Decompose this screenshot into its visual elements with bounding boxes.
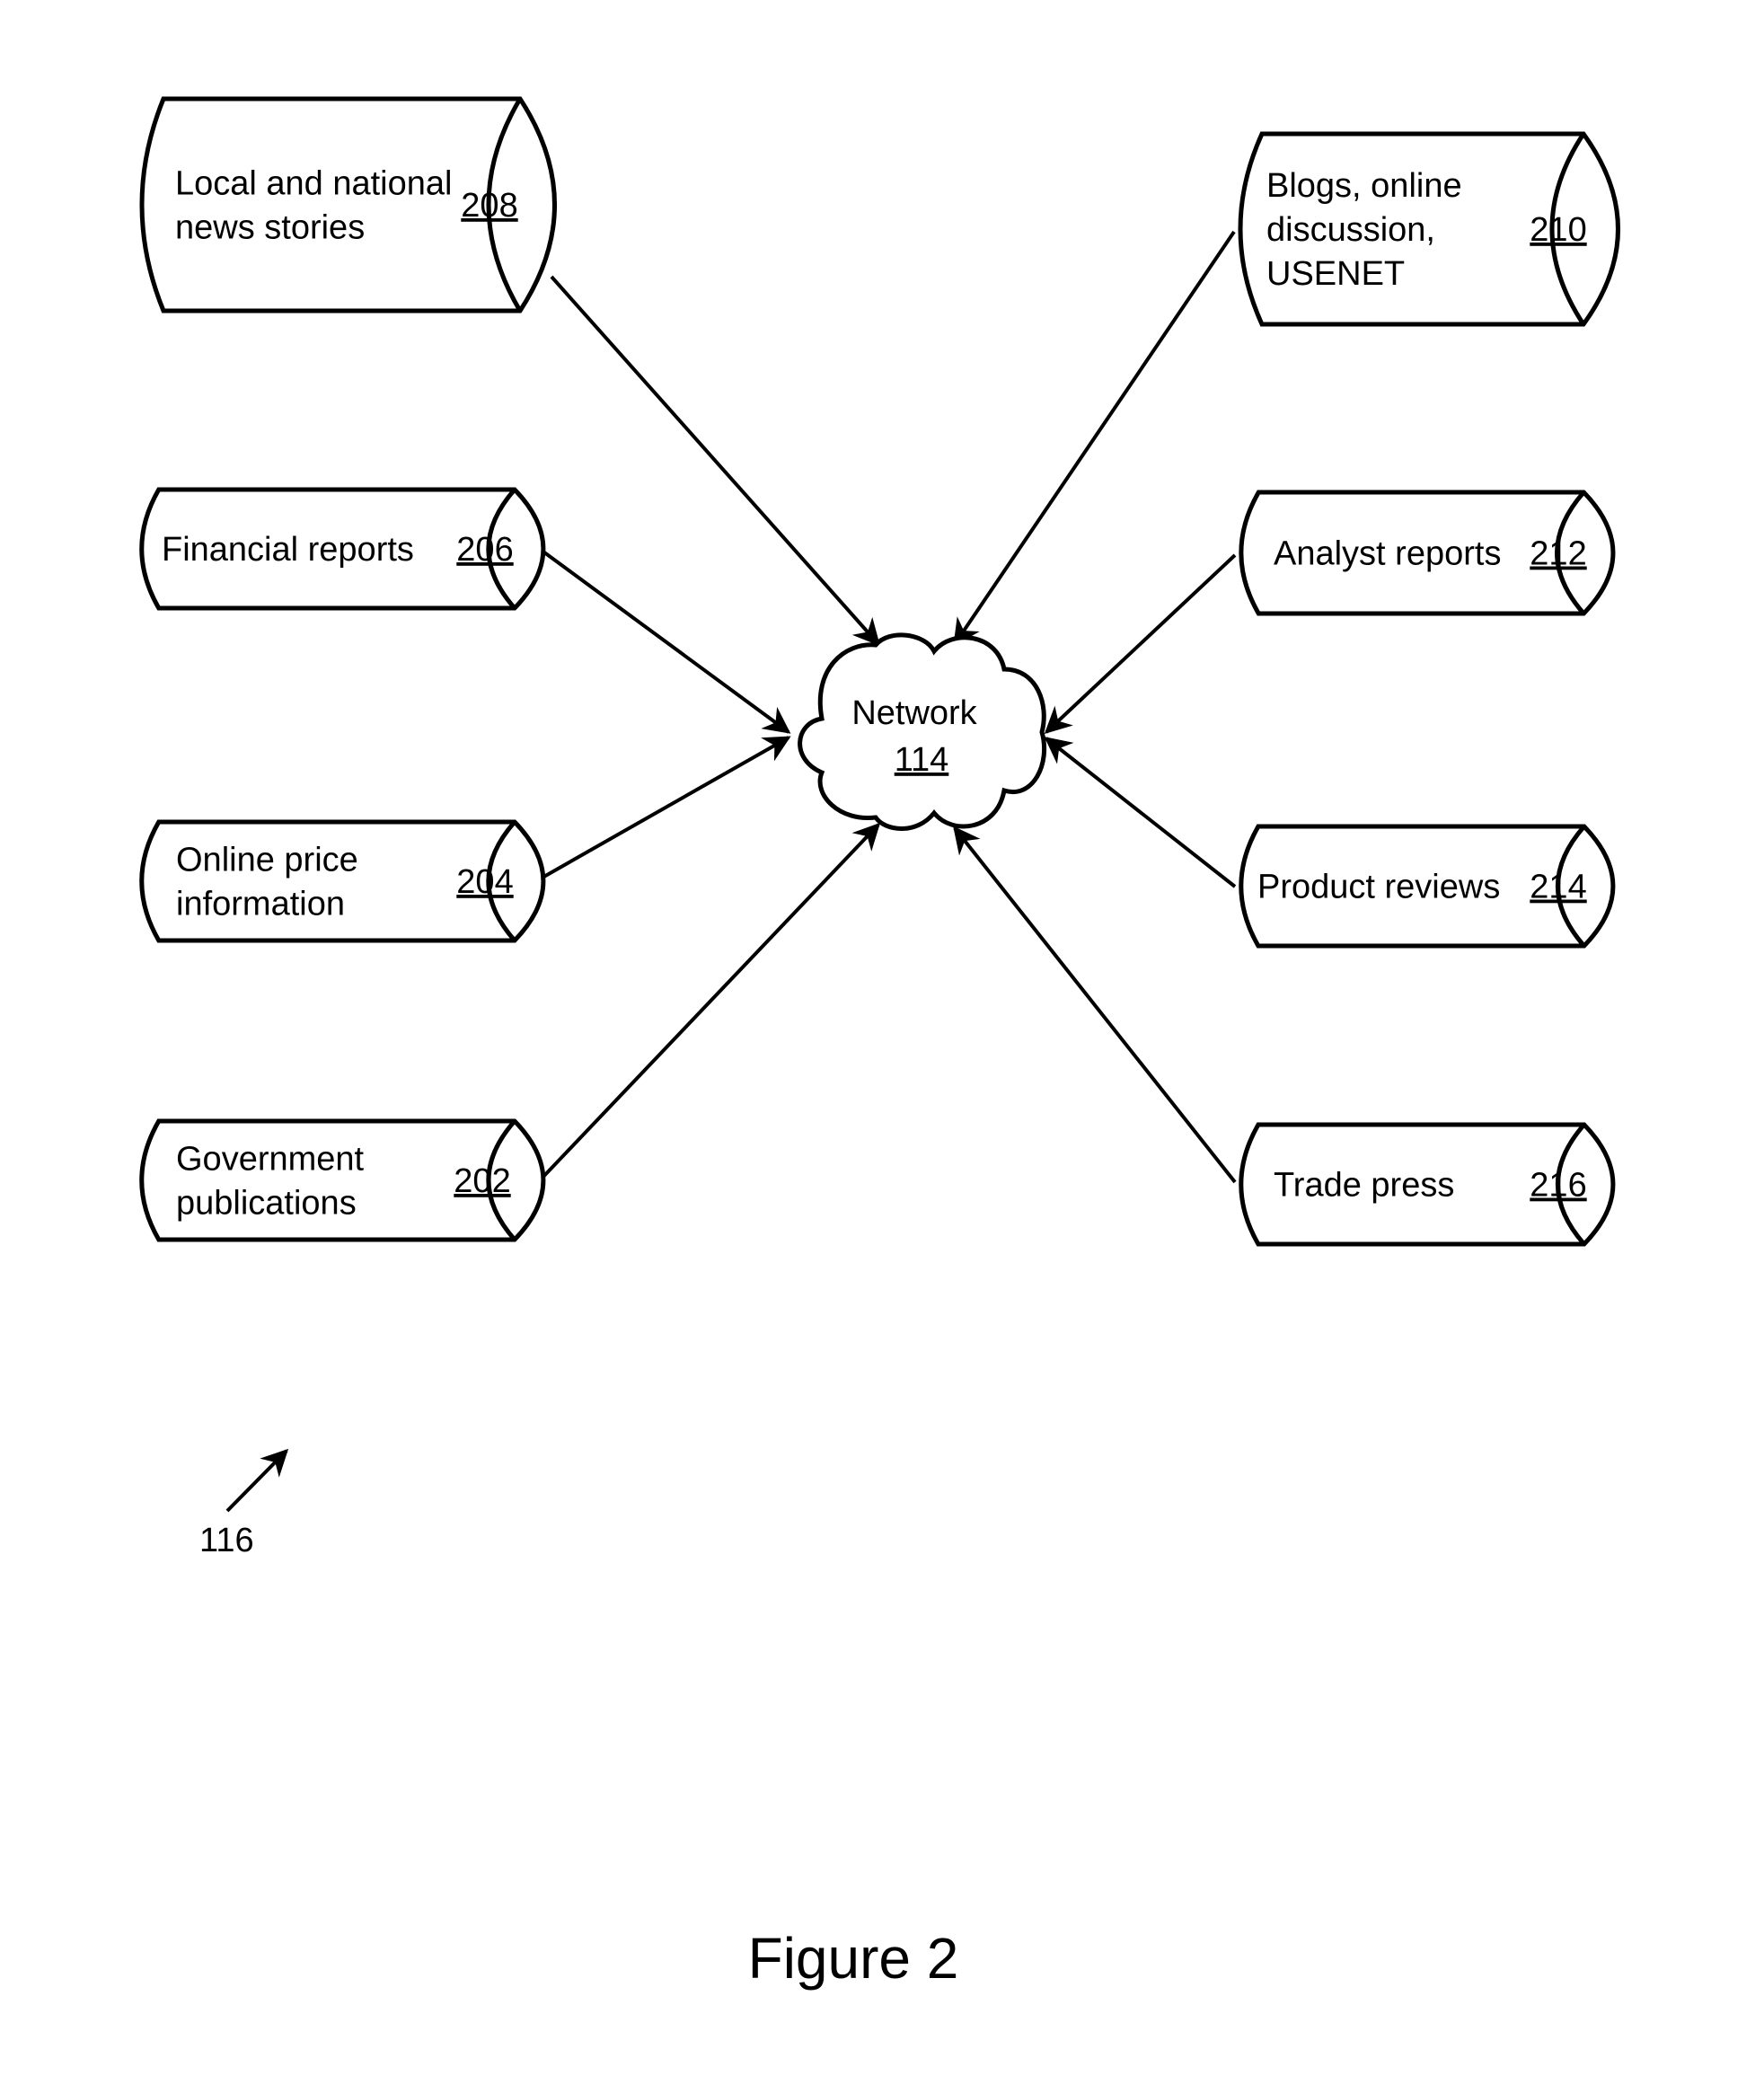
source-label-line: Online price [176, 842, 358, 879]
source-node-202: Government publications 202 [139, 1118, 546, 1242]
edge-arrow-208-to-network [550, 275, 880, 647]
network-label: Network [851, 694, 977, 732]
edge-arrow-216-to-network [953, 826, 1237, 1184]
source-node-216: Trade press 216 [1239, 1122, 1616, 1247]
source-ref-number: 216 [1530, 1167, 1586, 1205]
source-ref-number: 204 [456, 863, 513, 901]
source-label-line: Government [176, 1141, 365, 1179]
source-ref-number: 202 [454, 1162, 510, 1200]
source-ref-number: 210 [1530, 211, 1586, 249]
diagram-ref-label: 116 [199, 1522, 254, 1559]
source-ref-number: 206 [456, 531, 513, 569]
diagram-canvas: Local and national news stories 208 Financi… [139, 96, 1620, 1991]
pointer-arrow-icon [225, 1448, 289, 1513]
source-label-line: Financial reports [162, 531, 414, 569]
network-cloud: Network 114 [798, 632, 1047, 831]
source-label-line: Product reviews [1257, 869, 1500, 906]
source-label-line: Trade press [1274, 1167, 1454, 1205]
source-ref-number: 212 [1530, 535, 1586, 573]
source-label-line: publications [176, 1185, 357, 1223]
network-ref: 114 [895, 741, 949, 779]
source-node-212: Analyst reports 212 [1239, 490, 1616, 616]
source-label-line: information [176, 886, 345, 923]
figure-caption: Figure 2 [748, 1926, 959, 1991]
edge-arrow-210-to-network [953, 230, 1236, 647]
source-ref-number: 214 [1530, 869, 1586, 906]
source-node-210: Blogs, online discussion, USENET 210 [1238, 131, 1620, 327]
edge-arrow-214-to-network [1044, 737, 1237, 888]
source-label-line: discussion, [1266, 211, 1435, 249]
source-label-line: Analyst reports [1274, 535, 1501, 573]
source-label-line: Local and national [175, 165, 452, 203]
edge-arrow-206-to-network [539, 548, 791, 734]
source-label-line: USENET [1266, 255, 1405, 293]
edge-arrow-202-to-network [539, 822, 881, 1181]
diagram-ref-pointer: 116 [199, 1448, 289, 1559]
source-node-204: Online price information 204 [139, 819, 546, 943]
source-node-214: Product reviews 214 [1239, 824, 1616, 949]
source-ref-number: 208 [461, 187, 517, 225]
source-label-line: Blogs, online [1266, 167, 1462, 205]
edge-arrow-204-to-network [540, 736, 791, 880]
edge-arrow-212-to-network [1044, 553, 1237, 735]
source-label-line: news stories [175, 209, 365, 247]
source-node-206: Financial reports 206 [139, 487, 546, 611]
source-node-208: Local and national news stories 208 [139, 96, 557, 314]
